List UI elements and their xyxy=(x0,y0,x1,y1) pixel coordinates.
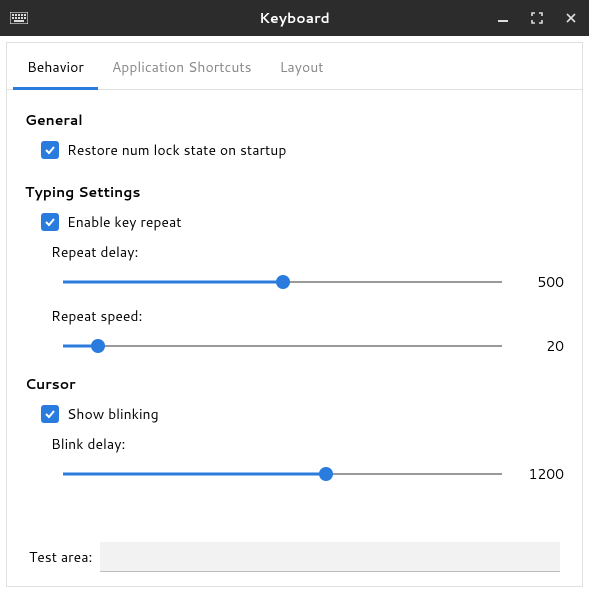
test-area-input[interactable] xyxy=(100,542,560,572)
repeat-speed-value: 20 xyxy=(520,336,564,356)
restore-numlock-checkbox[interactable] xyxy=(41,141,59,159)
behavior-panel: General Restore num lock state on startu… xyxy=(7,90,582,586)
repeat-delay-block: Repeat delay: 500 xyxy=(25,242,564,292)
repeat-delay-label: Repeat delay: xyxy=(51,242,564,262)
repeat-delay-slider[interactable] xyxy=(63,274,502,290)
test-area-label: Test area: xyxy=(29,547,92,567)
slider-thumb[interactable] xyxy=(276,275,290,289)
close-button[interactable] xyxy=(563,10,579,26)
tab-bar: Behavior Application Shortcuts Layout xyxy=(7,43,582,90)
blink-delay-value: 1200 xyxy=(520,464,564,484)
window-controls xyxy=(495,10,579,26)
enable-repeat-row: Enable key repeat xyxy=(25,212,564,232)
slider-thumb[interactable] xyxy=(319,467,333,481)
enable-repeat-checkbox[interactable] xyxy=(41,213,59,231)
repeat-speed-block: Repeat speed: 20 xyxy=(25,306,564,356)
test-area-row: Test area: xyxy=(25,542,564,586)
tab-layout[interactable]: Layout xyxy=(266,47,338,90)
keyboard-icon xyxy=(10,9,28,27)
minimize-button[interactable] xyxy=(495,10,511,26)
content-area: Behavior Application Shortcuts Layout Ge… xyxy=(6,42,583,587)
titlebar[interactable]: Keyboard xyxy=(0,0,589,36)
show-blinking-label: Show blinking xyxy=(67,404,159,424)
restore-numlock-label: Restore num lock state on startup xyxy=(67,140,286,160)
show-blinking-checkbox[interactable] xyxy=(41,405,59,423)
repeat-speed-slider[interactable] xyxy=(63,338,502,354)
tab-behavior[interactable]: Behavior xyxy=(13,47,98,90)
maximize-button[interactable] xyxy=(529,10,545,26)
section-general-title: General xyxy=(25,110,564,130)
repeat-delay-value: 500 xyxy=(520,272,564,292)
blink-delay-block: Blink delay: 1200 xyxy=(25,434,564,484)
blink-delay-slider[interactable] xyxy=(63,466,502,482)
enable-repeat-label: Enable key repeat xyxy=(67,212,182,232)
section-typing-title: Typing Settings xyxy=(25,182,564,202)
blink-delay-label: Blink delay: xyxy=(51,434,564,454)
section-cursor-title: Cursor xyxy=(25,374,564,394)
restore-numlock-row: Restore num lock state on startup xyxy=(25,140,564,160)
repeat-speed-label: Repeat speed: xyxy=(51,306,564,326)
show-blinking-row: Show blinking xyxy=(25,404,564,424)
slider-thumb[interactable] xyxy=(91,339,105,353)
tab-shortcuts[interactable]: Application Shortcuts xyxy=(98,47,266,90)
